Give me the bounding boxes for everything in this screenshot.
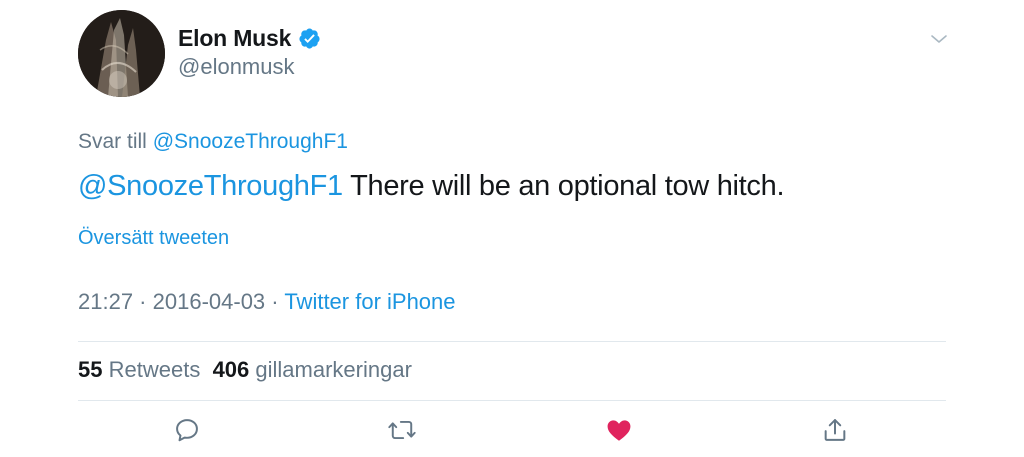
share-button[interactable] (819, 414, 851, 446)
likes-label: gillamarkeringar (255, 357, 412, 382)
divider (78, 400, 946, 401)
like-button[interactable] (603, 414, 635, 446)
tweet-body: There will be an optional tow hitch. (342, 170, 785, 202)
author-name-row[interactable]: Elon Musk (178, 23, 321, 53)
tweet-text: @SnoozeThroughF1 There will be an option… (78, 170, 785, 203)
reply-icon (176, 419, 198, 442)
divider (78, 341, 946, 342)
translate-tweet-link[interactable]: Översätt tweeten (78, 227, 229, 250)
like-icon (607, 420, 631, 441)
avatar-photo-icon (78, 10, 165, 97)
chevron-down-icon[interactable] (929, 31, 949, 47)
retweets-label: Retweets (108, 357, 201, 382)
reply-context: Svar till @SnoozeThroughF1 (78, 130, 348, 154)
avatar[interactable] (78, 10, 165, 97)
mention-link[interactable]: @SnoozeThroughF1 (78, 170, 343, 202)
reply-button[interactable] (171, 414, 203, 446)
retweets-count: 55 (78, 357, 103, 382)
meta-separator: · (265, 289, 285, 314)
tweet-date: 2016-04-03 (152, 289, 266, 314)
action-bar (0, 414, 1024, 446)
retweet-button[interactable] (386, 414, 418, 446)
tweet-stats: 55 Retweets 406 gillamarkeringar (78, 357, 412, 383)
share-icon (824, 419, 846, 441)
reply-to-link[interactable]: @SnoozeThroughF1 (153, 130, 348, 153)
retweets-stat[interactable]: 55 Retweets (78, 357, 200, 382)
reply-prefix: Svar till (78, 130, 147, 153)
author-display-name[interactable]: Elon Musk (178, 25, 291, 52)
author-handle[interactable]: @elonmusk (178, 54, 295, 80)
tweet-meta: 21:27 · 2016-04-03 · Twitter for iPhone (78, 289, 456, 315)
meta-separator: · (133, 289, 153, 314)
verified-badge-icon (299, 27, 320, 49)
tweet-time: 21:27 (78, 289, 134, 314)
retweet-icon (388, 420, 416, 440)
tweet-detail: Elon Musk @elonmusk Svar till @SnoozeThr… (0, 0, 1024, 457)
likes-stat[interactable]: 406 gillamarkeringar (213, 357, 412, 382)
likes-count: 406 (212, 357, 250, 382)
tweet-source-link[interactable]: Twitter for iPhone (284, 289, 455, 314)
